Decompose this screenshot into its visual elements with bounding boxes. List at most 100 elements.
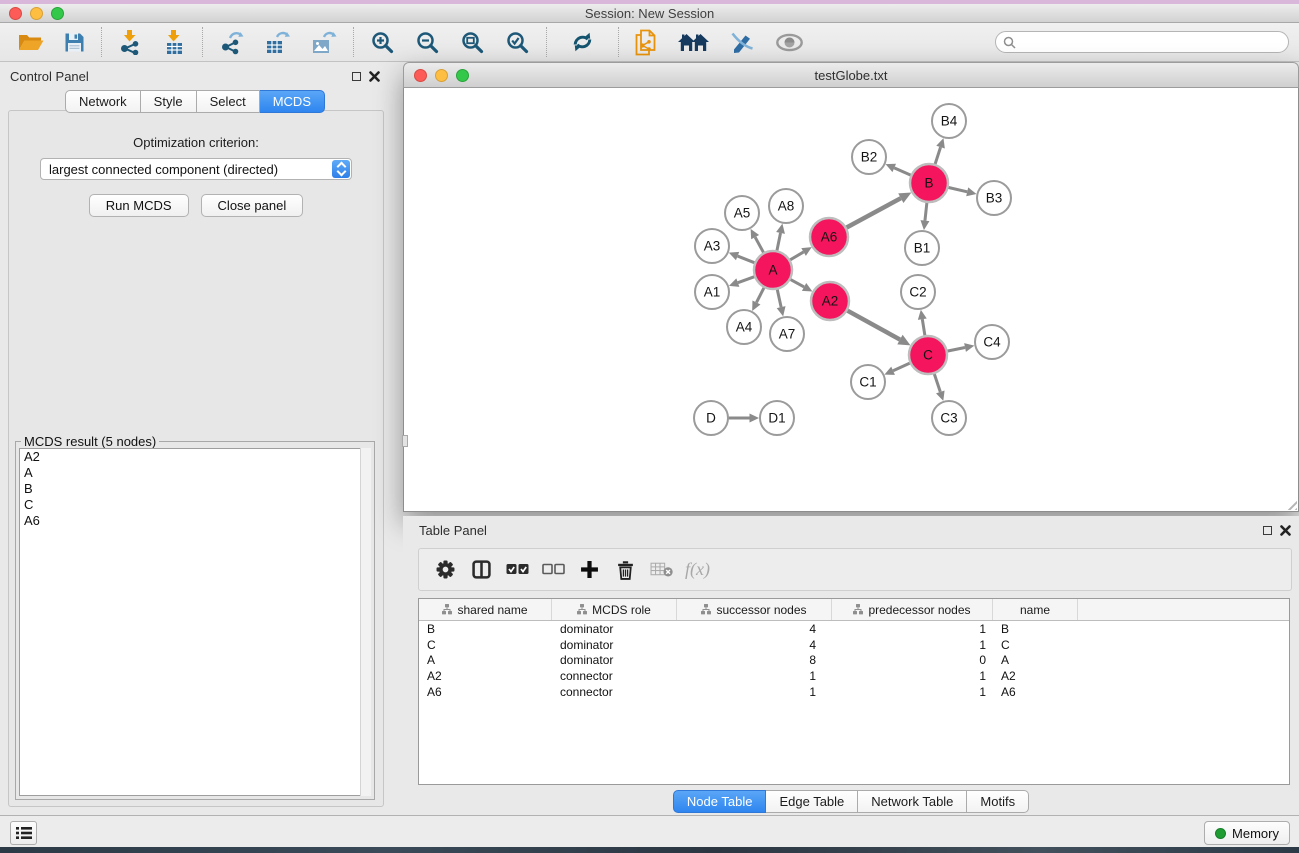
trash-icon	[617, 560, 634, 580]
zoom-fit-icon	[460, 30, 485, 55]
network-window-titlebar[interactable]: testGlobe.txt	[403, 62, 1299, 88]
column-header-label: MCDS role	[592, 603, 651, 617]
edge-arrowhead	[750, 414, 760, 423]
zoom-out-button[interactable]	[405, 25, 450, 59]
open-folder-icon	[18, 32, 44, 52]
tab-network-table[interactable]: Network Table	[858, 790, 967, 813]
tree-icon	[577, 604, 587, 615]
table-row[interactable]: A2connector11A2	[419, 668, 1289, 684]
refresh-network-button[interactable]	[561, 25, 604, 59]
graph-edge-A-A2[interactable]	[790, 279, 804, 287]
table-settings-button[interactable]	[427, 552, 463, 588]
column-header-name[interactable]: name	[993, 599, 1078, 620]
run-mcds-button[interactable]: Run MCDS	[89, 194, 189, 217]
home-button[interactable]	[668, 25, 720, 59]
table-row[interactable]: Adominator80A	[419, 652, 1289, 668]
export-table-button[interactable]	[255, 25, 301, 59]
graph-edge-B-B4[interactable]	[935, 147, 941, 165]
tab-mcds[interactable]: MCDS	[260, 90, 325, 113]
export-image-button[interactable]	[301, 25, 347, 59]
open-session-button[interactable]	[8, 25, 54, 59]
tab-select[interactable]: Select	[197, 90, 260, 113]
graph-node-label: A8	[778, 199, 795, 214]
result-item[interactable]: C	[20, 497, 370, 513]
graph-edge-A-A6[interactable]	[789, 252, 803, 260]
node-table[interactable]: shared name MCDS role successor nodesprede…	[418, 598, 1290, 785]
search-box[interactable]	[995, 31, 1289, 53]
table-cell: connector	[552, 684, 677, 700]
tab-edge-table[interactable]: Edge Table	[766, 790, 858, 813]
table-body: Bdominator41BCdominator41CAdominator80AA…	[419, 621, 1289, 699]
table-row[interactable]: A6connector11A6	[419, 684, 1289, 700]
hide-graphics-details-button[interactable]	[720, 25, 765, 59]
edge-arrowhead	[936, 138, 945, 148]
optimization-criterion-dropdown[interactable]: largest connected component (directed)	[40, 158, 352, 180]
network-graph[interactable]: B4B2BB3A8A5A6A3B1AA1C2A2A4A7C4CC1C3DD1	[404, 88, 1298, 510]
table-row[interactable]: Cdominator41C	[419, 637, 1289, 653]
graph-edge-A-A8[interactable]	[777, 233, 781, 251]
deselect-all-button[interactable]	[535, 552, 571, 588]
search-input[interactable]	[1020, 33, 1288, 51]
result-item[interactable]: B	[20, 481, 370, 497]
table-toolbar: f(x)	[418, 548, 1292, 591]
open-network-file-button[interactable]	[625, 25, 668, 59]
close-table-panel-icon[interactable]	[1280, 525, 1291, 536]
graph-edge-A-A4[interactable]	[756, 287, 764, 303]
toggle-visibility-button[interactable]	[765, 25, 814, 59]
memory-button[interactable]: Memory	[1204, 821, 1290, 845]
column-header-predecessor-nodes[interactable]: predecessor nodes	[832, 599, 993, 620]
tab-network[interactable]: Network	[65, 90, 141, 113]
graph-edge-A-A3[interactable]	[738, 256, 756, 263]
result-item[interactable]: A2	[20, 449, 370, 465]
column-header-successor-nodes[interactable]: successor nodes	[677, 599, 832, 620]
zoom-in-button[interactable]	[360, 25, 405, 59]
network-canvas[interactable]: B4B2BB3A8A5A6A3B1AA1C2A2A4A7C4CC1C3DD1	[403, 88, 1299, 512]
table-cell: 1	[832, 637, 993, 653]
export-network-icon	[219, 30, 245, 55]
control-panel-tabs: NetworkStyleSelectMCDS	[0, 90, 390, 113]
result-item[interactable]: A6	[20, 513, 370, 529]
add-column-button[interactable]	[571, 552, 607, 588]
tab-style[interactable]: Style	[141, 90, 197, 113]
tab-motifs[interactable]: Motifs	[967, 790, 1029, 813]
import-table-button[interactable]	[152, 25, 196, 59]
graph-edge-B-B3[interactable]	[948, 187, 968, 192]
graph-node-label: A	[768, 263, 777, 278]
column-header-shared-name[interactable]: shared name	[419, 599, 552, 620]
close-panel-button[interactable]: Close panel	[201, 194, 304, 217]
float-table-panel-icon[interactable]	[1263, 526, 1272, 535]
delete-column-button[interactable]	[607, 552, 643, 588]
save-session-button[interactable]	[54, 25, 95, 59]
graph-edge-C-C2[interactable]	[922, 319, 925, 336]
zoom-selected-button[interactable]	[495, 25, 540, 59]
graph-edge-A-A7[interactable]	[777, 289, 781, 308]
select-all-button[interactable]	[499, 552, 535, 588]
close-panel-icon[interactable]	[369, 71, 380, 82]
zoom-fit-button[interactable]	[450, 25, 495, 59]
tab-node-table[interactable]: Node Table	[673, 790, 767, 813]
graph-edge-A2-C[interactable]	[847, 310, 900, 339]
optimization-criterion-label: Optimization criterion:	[9, 135, 383, 150]
result-list-scrollbar[interactable]	[360, 448, 371, 796]
export-network-button[interactable]	[209, 25, 255, 59]
graph-edge-A6-B[interactable]	[846, 198, 901, 228]
import-network-button[interactable]	[108, 25, 152, 59]
toggle-column-button[interactable]	[463, 552, 499, 588]
float-panel-icon[interactable]	[352, 72, 361, 81]
window-resize-grip[interactable]	[1284, 497, 1297, 510]
task-history-button[interactable]	[10, 821, 37, 845]
table-cell: 0	[832, 652, 993, 668]
graph-edge-C-C4[interactable]	[947, 347, 965, 351]
graph-edge-C-C3[interactable]	[934, 373, 940, 392]
window-edge-handle[interactable]	[402, 435, 408, 447]
graph-edge-B-B2[interactable]	[894, 168, 911, 176]
graph-edge-B-B1[interactable]	[925, 202, 927, 221]
table-tabs: Node TableEdge TableNetwork TableMotifs	[403, 790, 1299, 813]
graph-edge-C-C1[interactable]	[893, 363, 911, 371]
table-row[interactable]: Bdominator41B	[419, 621, 1289, 637]
column-header-MCDS-role[interactable]: MCDS role	[552, 599, 677, 620]
mcds-result-list[interactable]: A2ABCA6	[19, 448, 371, 796]
graph-edge-A-A1[interactable]	[738, 276, 755, 282]
result-item[interactable]: A	[20, 465, 370, 481]
graph-edge-A-A5[interactable]	[755, 237, 764, 253]
